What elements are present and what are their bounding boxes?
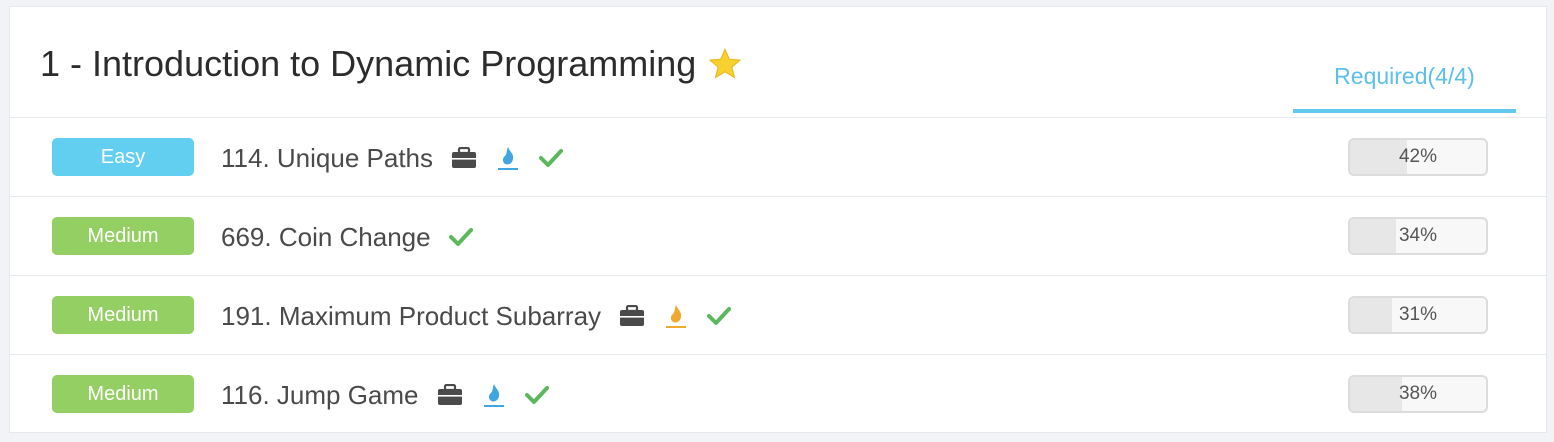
problem-row[interactable]: Medium 191. Maximum Product Subarray 31% bbox=[10, 276, 1546, 355]
checkmark-icon bbox=[707, 306, 732, 326]
problem-icons bbox=[437, 382, 569, 408]
problem-icons bbox=[448, 227, 493, 247]
flame-orange-icon[interactable] bbox=[665, 303, 687, 329]
difficulty-badge: Easy bbox=[52, 138, 194, 176]
problem-title-link[interactable]: 669. Coin Change bbox=[221, 222, 431, 253]
problem-info: 114. Unique Paths bbox=[221, 138, 583, 178]
problem-info: 669. Coin Change bbox=[221, 217, 493, 257]
acceptance-progress-bar: 42% bbox=[1348, 138, 1488, 176]
difficulty-badge: Medium bbox=[52, 375, 194, 413]
problem-icons bbox=[451, 145, 583, 171]
checkmark-icon bbox=[524, 385, 549, 405]
section-title-text: 1 - Introduction to Dynamic Programming bbox=[40, 43, 697, 84]
tab-required-label: Required(4/4) bbox=[1334, 63, 1475, 89]
section-card: 1 - Introduction to Dynamic Programming … bbox=[9, 6, 1547, 433]
flame-blue-icon[interactable] bbox=[497, 145, 519, 171]
problem-list: Easy 114. Unique Paths 42% Medium 669. Coin … bbox=[10, 118, 1546, 434]
problem-title-link[interactable]: 114. Unique Paths bbox=[221, 143, 433, 174]
star-icon[interactable] bbox=[708, 48, 742, 80]
acceptance-progress-bar: 31% bbox=[1348, 296, 1488, 334]
problem-row[interactable]: Medium 669. Coin Change 34% bbox=[10, 197, 1546, 276]
progress-label: 42% bbox=[1398, 146, 1438, 167]
problem-row[interactable]: Medium 116. Jump Game 38% bbox=[10, 355, 1546, 434]
checkmark-icon bbox=[448, 227, 473, 247]
progress-label: 31% bbox=[1398, 304, 1438, 325]
problem-title-link[interactable]: 191. Maximum Product Subarray bbox=[221, 301, 601, 332]
briefcase-icon[interactable] bbox=[437, 384, 463, 406]
difficulty-badge: Medium bbox=[52, 217, 194, 255]
progress-label: 34% bbox=[1398, 225, 1438, 246]
difficulty-badge: Medium bbox=[52, 296, 194, 334]
progress-label: 38% bbox=[1398, 383, 1438, 404]
problem-title-link[interactable]: 116. Jump Game bbox=[221, 380, 419, 411]
acceptance-progress-bar: 34% bbox=[1348, 217, 1488, 255]
problem-icons bbox=[619, 303, 751, 329]
acceptance-progress-bar: 38% bbox=[1348, 375, 1488, 413]
tab-required[interactable]: Required(4/4) bbox=[1293, 57, 1516, 113]
section-header: 1 - Introduction to Dynamic Programming … bbox=[10, 7, 1546, 118]
briefcase-icon[interactable] bbox=[451, 147, 477, 169]
section-title: 1 - Introduction to Dynamic Programming bbox=[40, 43, 742, 85]
problem-row[interactable]: Easy 114. Unique Paths 42% bbox=[10, 118, 1546, 197]
flame-blue-icon[interactable] bbox=[483, 382, 505, 408]
problem-info: 116. Jump Game bbox=[221, 375, 569, 415]
checkmark-icon bbox=[539, 148, 563, 168]
briefcase-icon[interactable] bbox=[619, 305, 645, 327]
problem-info: 191. Maximum Product Subarray bbox=[221, 296, 751, 336]
